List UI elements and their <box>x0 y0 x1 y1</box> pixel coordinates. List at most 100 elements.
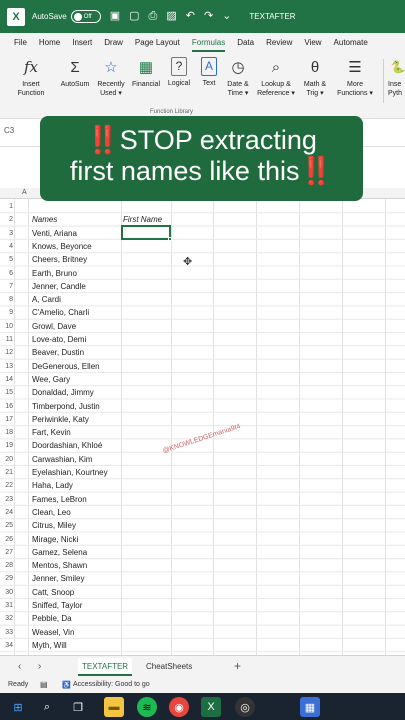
row-header[interactable]: 27 <box>0 546 14 559</box>
chrome-icon[interactable]: ◉ <box>169 697 189 717</box>
row-header[interactable]: 1 <box>0 200 14 213</box>
dropdown-icon[interactable]: ⌄ <box>222 11 231 22</box>
name-cell[interactable]: Sniffed, Taylor <box>32 599 82 612</box>
save-icon[interactable]: ▣ <box>110 11 120 22</box>
fill-handle[interactable] <box>168 237 172 241</box>
name-cell[interactable]: Fames, LeBron <box>32 493 87 506</box>
logical-button[interactable]: ? Logical <box>163 57 195 88</box>
row-header[interactable]: 13 <box>0 360 14 373</box>
name-cell[interactable]: A, Cardi <box>32 293 61 306</box>
name-cell[interactable]: Haha, Lady <box>32 479 73 492</box>
row-header[interactable]: 15 <box>0 386 14 399</box>
image-icon[interactable]: ▨ <box>166 11 176 22</box>
row-header[interactable]: 2 <box>0 213 14 226</box>
name-cell[interactable]: Carwashian, Kim <box>32 453 92 466</box>
file-explorer-icon[interactable]: ▬ <box>104 697 124 717</box>
insert-python-button[interactable]: 🐍 Inse Pyth <box>388 57 405 98</box>
text-button[interactable]: A Text <box>196 57 222 88</box>
name-cell[interactable]: Wee, Gary <box>32 373 70 386</box>
row-header[interactable]: 5 <box>0 253 14 266</box>
sheet-tab-textafter[interactable]: TEXTAFTER <box>78 658 133 676</box>
name-cell[interactable]: Cheers, Britney <box>32 253 87 266</box>
names-header-cell[interactable]: Names <box>32 213 57 226</box>
tab-formulas[interactable]: Formulas <box>191 33 226 53</box>
windows-icon[interactable]: ⊞ <box>8 697 28 717</box>
name-cell[interactable]: Jenner, Candle <box>32 280 86 293</box>
tab-insert[interactable]: Insert <box>72 33 92 53</box>
row-header[interactable]: 29 <box>0 572 14 585</box>
row-header[interactable]: 32 <box>0 612 14 625</box>
name-cell[interactable]: Venti, Ariana <box>32 227 77 240</box>
name-cell[interactable]: Clean, Leo <box>32 506 71 519</box>
calculator-icon[interactable]: ▦ <box>300 697 320 717</box>
name-cell[interactable]: Mirage, Nicki <box>32 533 78 546</box>
tab-view[interactable]: View <box>304 33 321 53</box>
row-header[interactable]: 6 <box>0 267 14 280</box>
name-cell[interactable]: Mentos, Shawn <box>32 559 87 572</box>
row-header[interactable]: 31 <box>0 599 14 612</box>
name-cell[interactable]: DeGenerous, Ellen <box>32 360 100 373</box>
tab-data[interactable]: Data <box>237 33 254 53</box>
selected-cell-c3[interactable] <box>121 225 172 241</box>
name-cell[interactable]: Timberpond, Justin <box>32 400 100 413</box>
recently-used-button[interactable]: ☆ Recently Used ▾ <box>94 57 128 98</box>
row-header[interactable]: 17 <box>0 413 14 426</box>
name-cell[interactable]: Doordashian, Khloé <box>32 439 102 452</box>
row-header[interactable]: 33 <box>0 626 14 639</box>
name-cell[interactable]: Pebble, Da <box>32 612 72 625</box>
name-cell[interactable]: C'Amelio, Charli <box>32 306 89 319</box>
tab-page-layout[interactable]: Page Layout <box>135 33 180 53</box>
tab-automate[interactable]: Automate <box>334 33 368 53</box>
row-header[interactable]: 7 <box>0 280 14 293</box>
name-cell[interactable]: Jenner, Smiley <box>32 572 84 585</box>
row-header[interactable]: 25 <box>0 519 14 532</box>
row-header[interactable]: 4 <box>0 240 14 253</box>
tab-draw[interactable]: Draw <box>104 33 123 53</box>
math-trig-button[interactable]: θ Math & Trig ▾ <box>298 57 332 98</box>
lookup-reference-button[interactable]: ⌕ Lookup & Reference ▾ <box>254 57 298 98</box>
macro-record-icon[interactable]: ▤ <box>40 680 48 689</box>
name-cell[interactable]: Myth, Will <box>32 639 67 652</box>
row-header[interactable]: 21 <box>0 466 14 479</box>
row-header[interactable]: 12 <box>0 346 14 359</box>
name-cell[interactable]: Love-ato, Demi <box>32 333 86 346</box>
row-header[interactable]: 10 <box>0 320 14 333</box>
financial-button[interactable]: ▦ Financial <box>128 57 164 89</box>
accessibility-icon[interactable]: ♿ <box>62 681 71 689</box>
tab-file[interactable]: File <box>14 33 27 53</box>
undo-icon[interactable]: ↶ <box>186 11 195 22</box>
row-header[interactable]: 9 <box>0 306 14 319</box>
name-cell[interactable]: Knows, Beyonce <box>32 240 92 253</box>
row-header[interactable]: 18 <box>0 426 14 439</box>
printer-icon[interactable]: ⎙ <box>149 11 158 22</box>
insert-function-button[interactable]: fx Insert Function <box>12 57 50 98</box>
row-header[interactable]: 20 <box>0 453 14 466</box>
spotify-icon[interactable]: ≋ <box>137 697 157 717</box>
row-header[interactable]: 22 <box>0 479 14 492</box>
column-header-a[interactable]: A <box>22 189 27 196</box>
next-sheet-icon[interactable]: › <box>38 661 41 672</box>
tab-home[interactable]: Home <box>39 33 60 53</box>
row-header[interactable]: 34 <box>0 639 14 652</box>
name-cell[interactable]: Earth, Bruno <box>32 267 77 280</box>
more-functions-button[interactable]: ☰ More Functions ▾ <box>333 57 377 98</box>
row-header[interactable]: 24 <box>0 506 14 519</box>
tab-review[interactable]: Review <box>266 33 292 53</box>
excel-icon[interactable]: X <box>201 697 221 717</box>
accessibility-status[interactable]: Accessibility: Good to go <box>73 681 150 688</box>
name-cell[interactable]: Periwinkle, Katy <box>32 413 89 426</box>
name-box[interactable]: C3 <box>4 126 14 135</box>
name-cell[interactable]: Catt, Snoop <box>32 586 74 599</box>
sheet-tab-cheatsheets[interactable]: CheatSheets <box>142 658 196 676</box>
autosum-button[interactable]: Σ AutoSum <box>56 57 94 89</box>
row-header[interactable]: 23 <box>0 493 14 506</box>
name-cell[interactable]: Weasel, Vin <box>32 626 74 639</box>
redo-icon[interactable]: ↷ <box>204 11 213 22</box>
row-header[interactable]: 28 <box>0 559 14 572</box>
row-header[interactable]: 26 <box>0 533 14 546</box>
row-header[interactable]: 19 <box>0 439 14 452</box>
task-view-icon[interactable]: ❐ <box>68 697 88 717</box>
name-cell[interactable]: Citrus, Miley <box>32 519 76 532</box>
name-cell[interactable]: Gamez, Selena <box>32 546 87 559</box>
search-icon[interactable]: ⌕ <box>37 697 57 717</box>
